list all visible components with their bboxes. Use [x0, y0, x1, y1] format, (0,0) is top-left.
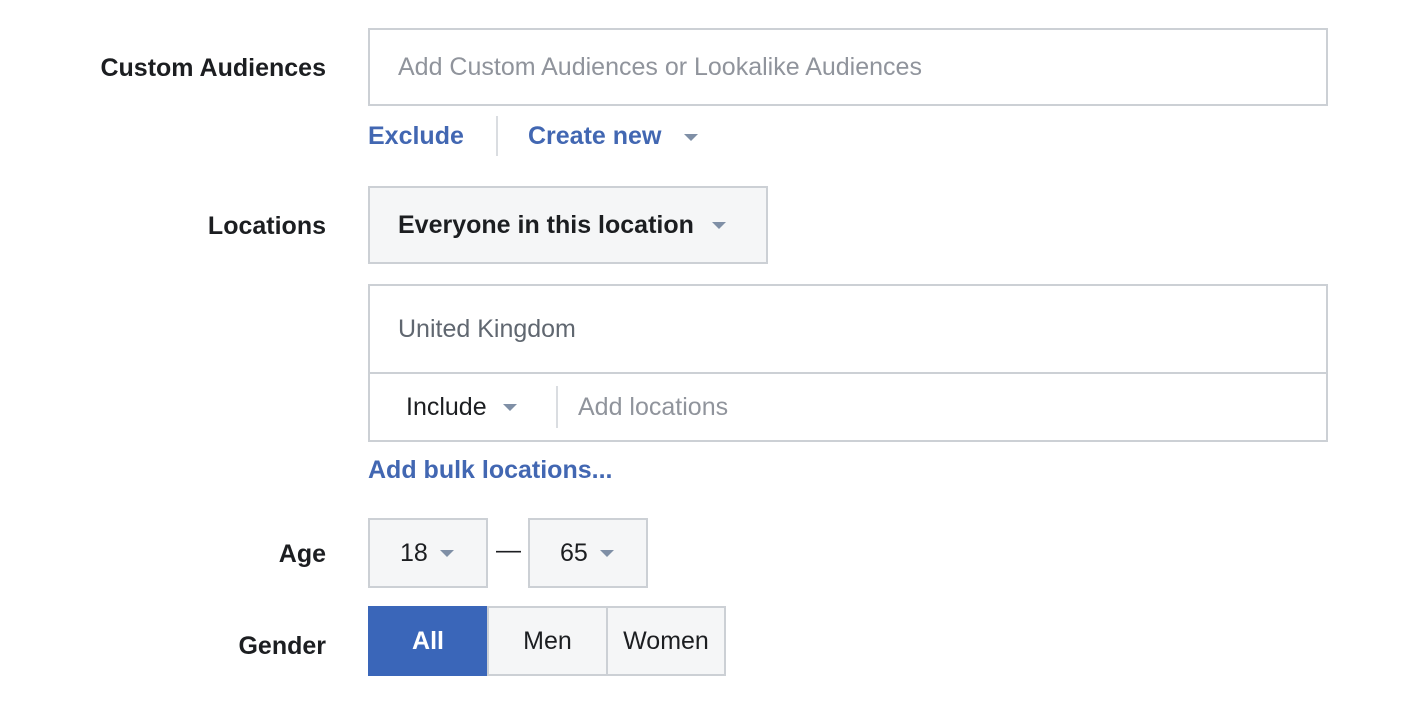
selected-location[interactable]: United Kingdom	[398, 286, 576, 372]
chevron-down-icon	[439, 549, 454, 557]
location-mode-value: Include	[406, 392, 487, 421]
age-label: Age	[278, 540, 326, 568]
gender-all-button[interactable]: All	[368, 606, 488, 676]
chevron-down-icon	[711, 221, 726, 229]
custom-audiences-placeholder: Add Custom Audiences or Lookalike Audien…	[398, 52, 922, 81]
gender-men-button[interactable]: Men	[487, 606, 608, 676]
location-scope-value: Everyone in this location	[398, 210, 694, 239]
mode-divider	[556, 386, 558, 428]
age-max-value: 65	[560, 538, 588, 567]
age-min-dropdown[interactable]: 18	[368, 518, 488, 588]
chevron-down-icon	[599, 549, 614, 557]
exclude-link[interactable]: Exclude	[368, 122, 464, 151]
age-min-value: 18	[400, 538, 428, 567]
add-bulk-locations-link[interactable]: Add bulk locations...	[368, 456, 612, 485]
age-separator: —	[496, 536, 521, 564]
gender-label: Gender	[238, 632, 326, 660]
add-locations-placeholder: Add locations	[578, 392, 729, 421]
chevron-down-icon	[502, 403, 517, 411]
age-max-dropdown[interactable]: 65	[528, 518, 648, 588]
locations-box: United Kingdom Include Add locations	[368, 284, 1328, 442]
location-scope-dropdown[interactable]: Everyone in this location	[368, 186, 768, 264]
custom-audiences-input[interactable]: Add Custom Audiences or Lookalike Audien…	[368, 28, 1328, 106]
locations-label: Locations	[207, 212, 326, 240]
link-divider	[496, 116, 498, 156]
create-new-label: Create new	[528, 122, 662, 150]
chevron-down-icon	[684, 133, 699, 141]
create-new-link[interactable]: Create new	[528, 122, 699, 151]
custom-audiences-label: Custom Audiences	[100, 54, 326, 82]
gender-women-button[interactable]: Women	[606, 606, 726, 676]
location-mode-dropdown[interactable]: Include	[406, 374, 517, 440]
add-locations-input[interactable]: Add locations	[578, 374, 1316, 440]
